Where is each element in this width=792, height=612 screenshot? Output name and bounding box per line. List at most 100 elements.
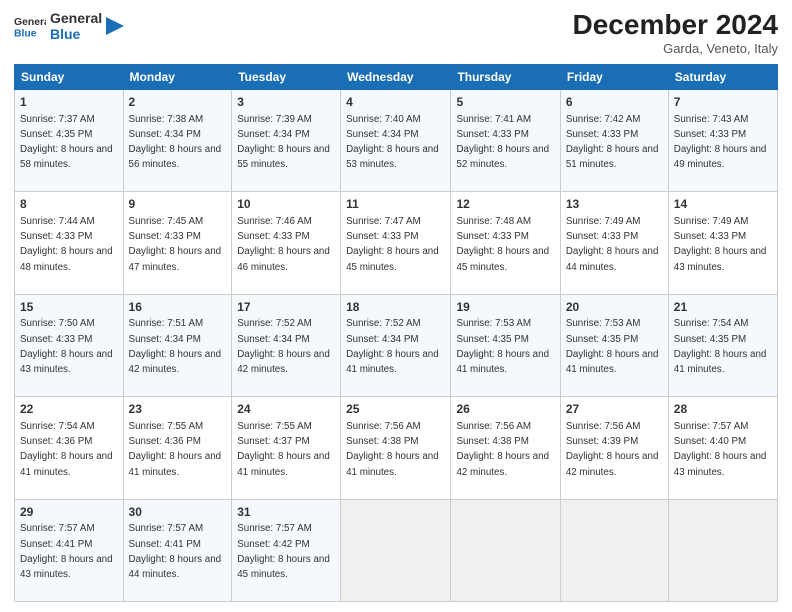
- calendar-cell: 5 Sunrise: 7:41 AMSunset: 4:33 PMDaylight…: [451, 89, 560, 191]
- calendar-cell: 19 Sunrise: 7:53 AMSunset: 4:35 PMDayligh…: [451, 294, 560, 396]
- calendar-cell: [668, 499, 777, 601]
- location: Garda, Veneto, Italy: [573, 41, 778, 56]
- day-info: Sunrise: 7:52 AMSunset: 4:34 PMDaylight:…: [346, 318, 439, 375]
- calendar-header-row: Sunday Monday Tuesday Wednesday Thursday…: [15, 64, 778, 89]
- calendar-cell: 2 Sunrise: 7:38 AMSunset: 4:34 PMDaylight…: [123, 89, 232, 191]
- day-number: 22: [20, 401, 118, 418]
- logo-arrow-icon: [106, 17, 124, 35]
- day-info: Sunrise: 7:49 AMSunset: 4:33 PMDaylight:…: [566, 216, 659, 273]
- day-number: 11: [346, 196, 445, 213]
- calendar-cell: 11 Sunrise: 7:47 AMSunset: 4:33 PMDayligh…: [341, 192, 451, 294]
- col-monday: Monday: [123, 64, 232, 89]
- col-friday: Friday: [560, 64, 668, 89]
- calendar-cell: 10Sunrise: 7:46 AMSunset: 4:33 PMDayligh…: [232, 192, 341, 294]
- col-sunday: Sunday: [15, 64, 124, 89]
- calendar-cell: 14 Sunrise: 7:49 AMSunset: 4:33 PMDayligh…: [668, 192, 777, 294]
- logo-icon: General Blue: [14, 12, 46, 40]
- calendar-cell: 12 Sunrise: 7:48 AMSunset: 4:33 PMDayligh…: [451, 192, 560, 294]
- calendar-cell: 21 Sunrise: 7:54 AMSunset: 4:35 PMDayligh…: [668, 294, 777, 396]
- col-saturday: Saturday: [668, 64, 777, 89]
- day-info: Sunrise: 7:56 AMSunset: 4:38 PMDaylight:…: [456, 421, 549, 478]
- calendar-cell: 18 Sunrise: 7:52 AMSunset: 4:34 PMDayligh…: [341, 294, 451, 396]
- day-info: Sunrise: 7:47 AMSunset: 4:33 PMDaylight:…: [346, 216, 439, 273]
- calendar-cell: 28 Sunrise: 7:57 AMSunset: 4:40 PMDayligh…: [668, 397, 777, 499]
- calendar-week-3: 15 Sunrise: 7:50 AMSunset: 4:33 PMDayligh…: [15, 294, 778, 396]
- day-number: 28: [674, 401, 772, 418]
- month-title: December 2024: [573, 10, 778, 41]
- calendar-cell: 7 Sunrise: 7:43 AMSunset: 4:33 PMDaylight…: [668, 89, 777, 191]
- day-info: Sunrise: 7:45 AMSunset: 4:33 PMDaylight:…: [129, 216, 222, 273]
- day-info: Sunrise: 7:53 AMSunset: 4:35 PMDaylight:…: [456, 318, 549, 375]
- calendar-cell: 9Sunrise: 7:45 AMSunset: 4:33 PMDaylight…: [123, 192, 232, 294]
- day-info: Sunrise: 7:39 AMSunset: 4:34 PMDaylight:…: [237, 114, 330, 171]
- col-tuesday: Tuesday: [232, 64, 341, 89]
- day-number: 16: [129, 299, 227, 316]
- logo: General Blue General Blue: [14, 10, 124, 42]
- svg-text:Blue: Blue: [14, 28, 37, 39]
- day-number: 13: [566, 196, 663, 213]
- day-number: 2: [129, 94, 227, 111]
- day-info: Sunrise: 7:42 AMSunset: 4:33 PMDaylight:…: [566, 114, 659, 171]
- calendar-cell: 20 Sunrise: 7:53 AMSunset: 4:35 PMDayligh…: [560, 294, 668, 396]
- day-number: 30: [129, 504, 227, 521]
- calendar-cell: 17 Sunrise: 7:52 AMSunset: 4:34 PMDayligh…: [232, 294, 341, 396]
- calendar-cell: 23Sunrise: 7:55 AMSunset: 4:36 PMDayligh…: [123, 397, 232, 499]
- day-info: Sunrise: 7:38 AMSunset: 4:34 PMDaylight:…: [129, 114, 222, 171]
- day-number: 5: [456, 94, 554, 111]
- day-number: 18: [346, 299, 445, 316]
- day-info: Sunrise: 7:54 AMSunset: 4:35 PMDaylight:…: [674, 318, 767, 375]
- calendar-table: Sunday Monday Tuesday Wednesday Thursday…: [14, 64, 778, 602]
- day-number: 4: [346, 94, 445, 111]
- day-info: Sunrise: 7:57 AMSunset: 4:42 PMDaylight:…: [237, 523, 330, 580]
- calendar-cell: 8 Sunrise: 7:44 AMSunset: 4:33 PMDaylight…: [15, 192, 124, 294]
- calendar-cell: 22 Sunrise: 7:54 AMSunset: 4:36 PMDayligh…: [15, 397, 124, 499]
- calendar-cell: 15 Sunrise: 7:50 AMSunset: 4:33 PMDayligh…: [15, 294, 124, 396]
- day-info: Sunrise: 7:57 AMSunset: 4:40 PMDaylight:…: [674, 421, 767, 478]
- day-number: 29: [20, 504, 118, 521]
- calendar-cell: 6 Sunrise: 7:42 AMSunset: 4:33 PMDaylight…: [560, 89, 668, 191]
- day-info: Sunrise: 7:56 AMSunset: 4:39 PMDaylight:…: [566, 421, 659, 478]
- day-info: Sunrise: 7:55 AMSunset: 4:37 PMDaylight:…: [237, 421, 330, 478]
- day-number: 31: [237, 504, 335, 521]
- col-thursday: Thursday: [451, 64, 560, 89]
- day-number: 7: [674, 94, 772, 111]
- day-info: Sunrise: 7:57 AMSunset: 4:41 PMDaylight:…: [20, 523, 113, 580]
- calendar-cell: 16Sunrise: 7:51 AMSunset: 4:34 PMDayligh…: [123, 294, 232, 396]
- day-number: 19: [456, 299, 554, 316]
- day-number: 6: [566, 94, 663, 111]
- logo-general: General: [50, 10, 102, 26]
- day-number: 26: [456, 401, 554, 418]
- day-number: 15: [20, 299, 118, 316]
- day-info: Sunrise: 7:48 AMSunset: 4:33 PMDaylight:…: [456, 216, 549, 273]
- day-info: Sunrise: 7:53 AMSunset: 4:35 PMDaylight:…: [566, 318, 659, 375]
- day-number: 1: [20, 94, 118, 111]
- title-block: December 2024 Garda, Veneto, Italy: [573, 10, 778, 56]
- calendar-cell: 13 Sunrise: 7:49 AMSunset: 4:33 PMDayligh…: [560, 192, 668, 294]
- day-number: 8: [20, 196, 118, 213]
- day-info: Sunrise: 7:52 AMSunset: 4:34 PMDaylight:…: [237, 318, 330, 375]
- day-info: Sunrise: 7:44 AMSunset: 4:33 PMDaylight:…: [20, 216, 113, 273]
- calendar-week-5: 29 Sunrise: 7:57 AMSunset: 4:41 PMDayligh…: [15, 499, 778, 601]
- calendar-cell: 27Sunrise: 7:56 AMSunset: 4:39 PMDayligh…: [560, 397, 668, 499]
- calendar-cell: 31 Sunrise: 7:57 AMSunset: 4:42 PMDayligh…: [232, 499, 341, 601]
- day-number: 12: [456, 196, 554, 213]
- day-number: 17: [237, 299, 335, 316]
- header: General Blue General Blue December 2024 …: [14, 10, 778, 56]
- day-info: Sunrise: 7:41 AMSunset: 4:33 PMDaylight:…: [456, 114, 549, 171]
- calendar-week-4: 22 Sunrise: 7:54 AMSunset: 4:36 PMDayligh…: [15, 397, 778, 499]
- calendar-cell: [341, 499, 451, 601]
- day-info: Sunrise: 7:54 AMSunset: 4:36 PMDaylight:…: [20, 421, 113, 478]
- calendar-cell: [560, 499, 668, 601]
- day-number: 20: [566, 299, 663, 316]
- day-info: Sunrise: 7:49 AMSunset: 4:33 PMDaylight:…: [674, 216, 767, 273]
- day-number: 24: [237, 401, 335, 418]
- day-number: 25: [346, 401, 445, 418]
- day-number: 14: [674, 196, 772, 213]
- page: General Blue General Blue December 2024 …: [0, 0, 792, 612]
- day-info: Sunrise: 7:50 AMSunset: 4:33 PMDaylight:…: [20, 318, 113, 375]
- calendar-week-2: 8 Sunrise: 7:44 AMSunset: 4:33 PMDaylight…: [15, 192, 778, 294]
- calendar-cell: 4Sunrise: 7:40 AMSunset: 4:34 PMDaylight…: [341, 89, 451, 191]
- day-number: 21: [674, 299, 772, 316]
- svg-text:General: General: [14, 17, 46, 28]
- day-info: Sunrise: 7:43 AMSunset: 4:33 PMDaylight:…: [674, 114, 767, 171]
